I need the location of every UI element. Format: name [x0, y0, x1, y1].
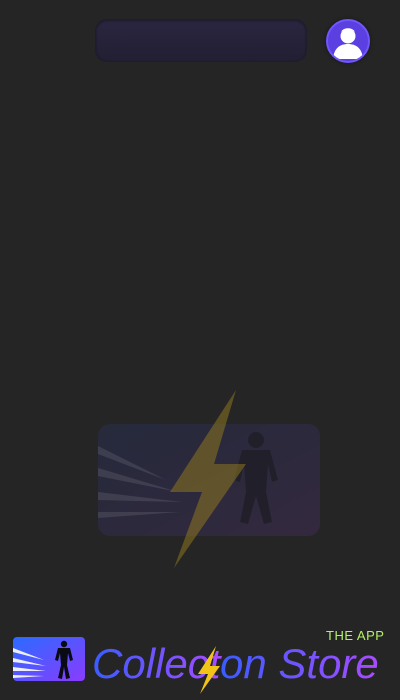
- brand-text-part1: Collect: [92, 640, 223, 687]
- tagline: THE APP: [326, 628, 385, 643]
- brand-wordmark: Collect on Store: [92, 640, 379, 694]
- lightning-hero-logo-icon: [170, 390, 246, 568]
- search-bar[interactable]: [95, 19, 307, 62]
- hero-silhouette-logo-icon: [13, 637, 85, 681]
- brand-text-part2: on Store: [220, 640, 379, 687]
- footer-brand: Collect on Store THE APP: [0, 620, 400, 700]
- user-avatar-icon: [333, 28, 363, 59]
- loading-logo: [98, 390, 320, 568]
- profile-avatar-button[interactable]: [326, 19, 370, 63]
